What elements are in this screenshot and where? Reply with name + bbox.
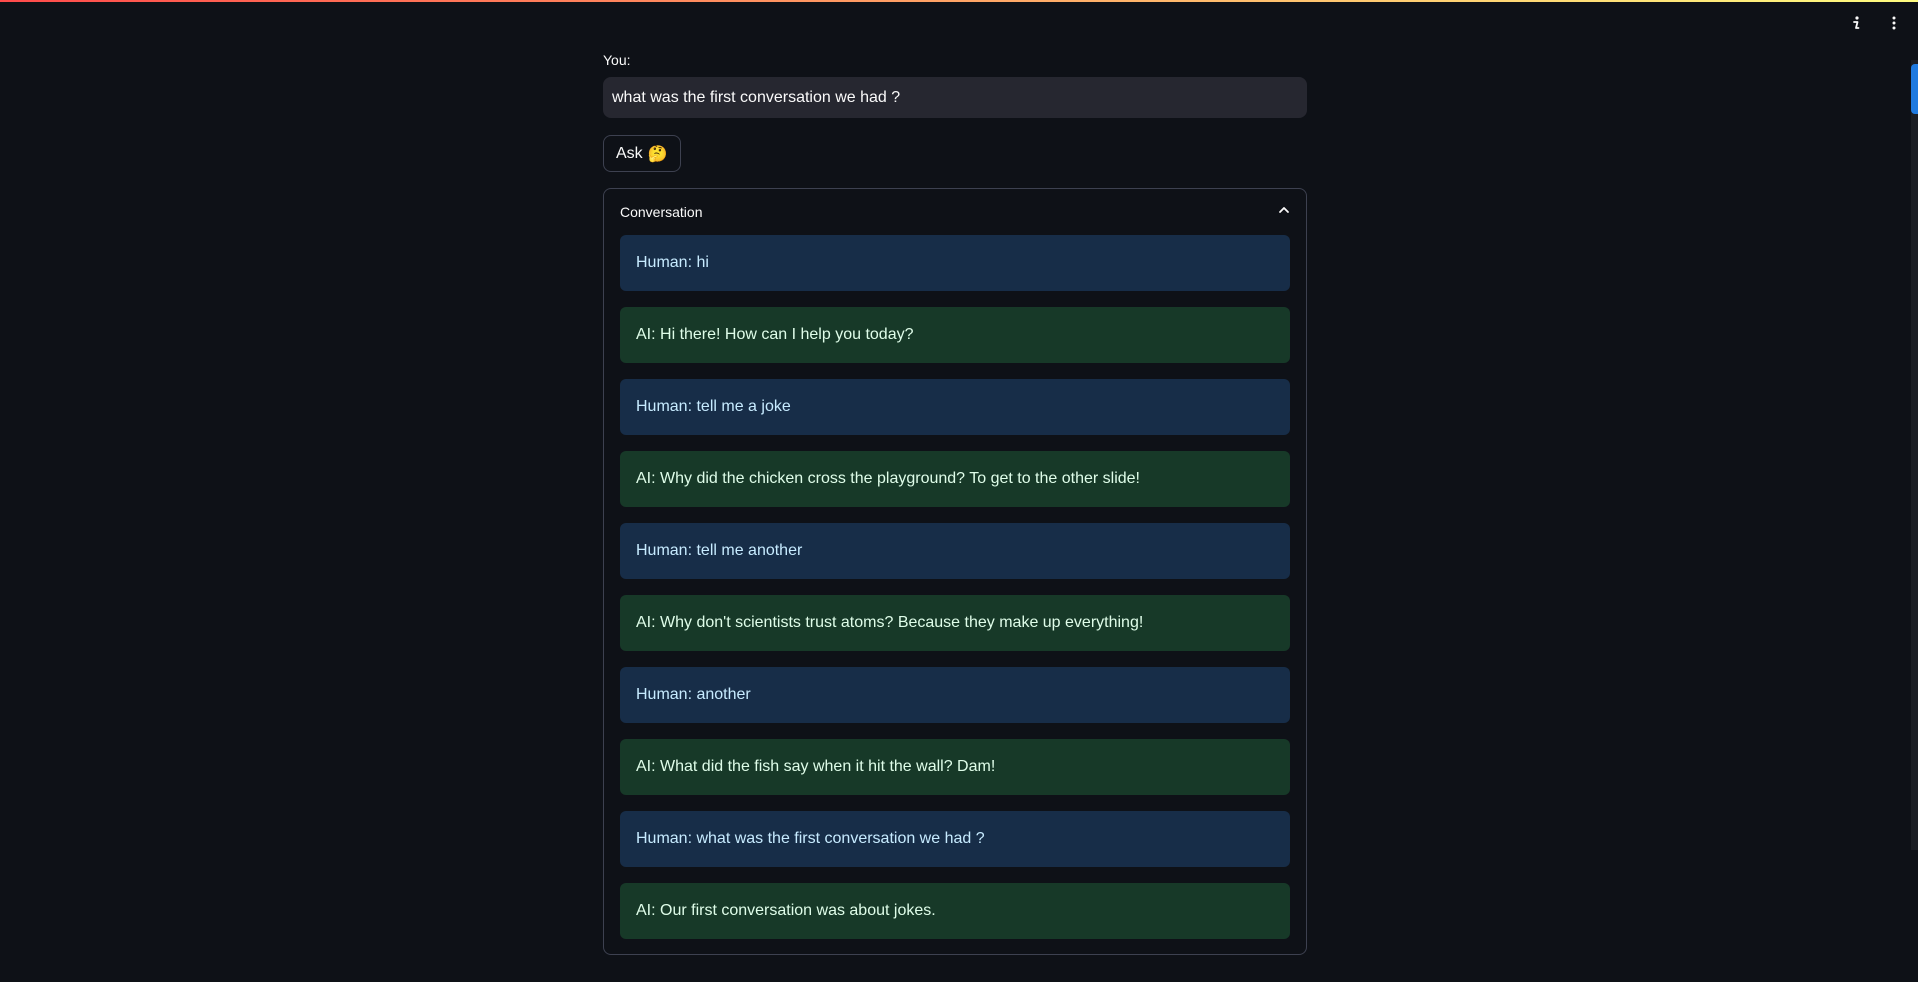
ask-button-label: Ask: [616, 144, 643, 162]
top-decoration-line: [0, 0, 1918, 2]
scrollbar-thumb[interactable]: [1911, 64, 1918, 114]
ask-button[interactable]: Ask 🤔: [603, 135, 681, 172]
message-ai: AI: Why did the chicken cross the playgr…: [620, 451, 1290, 507]
chevron-up-icon[interactable]: [1278, 203, 1290, 221]
conversation-expander-header[interactable]: Conversation: [620, 189, 1290, 235]
info-icon[interactable]: [1842, 10, 1870, 36]
more-vertical-icon[interactable]: [1880, 10, 1908, 36]
question-input-label: You:: [603, 52, 631, 68]
app-toolbar: [1842, 10, 1918, 36]
scrollbar-track[interactable]: [1911, 60, 1918, 850]
main-content: You: Ask 🤔 Conversation Human: hi AI: Hi…: [603, 52, 1307, 955]
question-input[interactable]: [603, 77, 1307, 118]
message-human: Human: another: [620, 667, 1290, 723]
message-ai: AI: Hi there! How can I help you today?: [620, 307, 1290, 363]
conversation-expander: Conversation Human: hi AI: Hi there! How…: [603, 188, 1307, 955]
conversation-title: Conversation: [620, 204, 703, 220]
thinking-face-icon: 🤔: [647, 144, 668, 163]
message-ai: AI: Our first conversation was about jok…: [620, 883, 1290, 939]
message-human: Human: tell me a joke: [620, 379, 1290, 435]
message-human: Human: hi: [620, 235, 1290, 291]
message-ai: AI: Why don't scientists trust atoms? Be…: [620, 595, 1290, 651]
message-ai: AI: What did the fish say when it hit th…: [620, 739, 1290, 795]
message-human: Human: tell me another: [620, 523, 1290, 579]
message-list: Human: hi AI: Hi there! How can I help y…: [620, 235, 1290, 939]
message-human: Human: what was the first conversation w…: [620, 811, 1290, 867]
